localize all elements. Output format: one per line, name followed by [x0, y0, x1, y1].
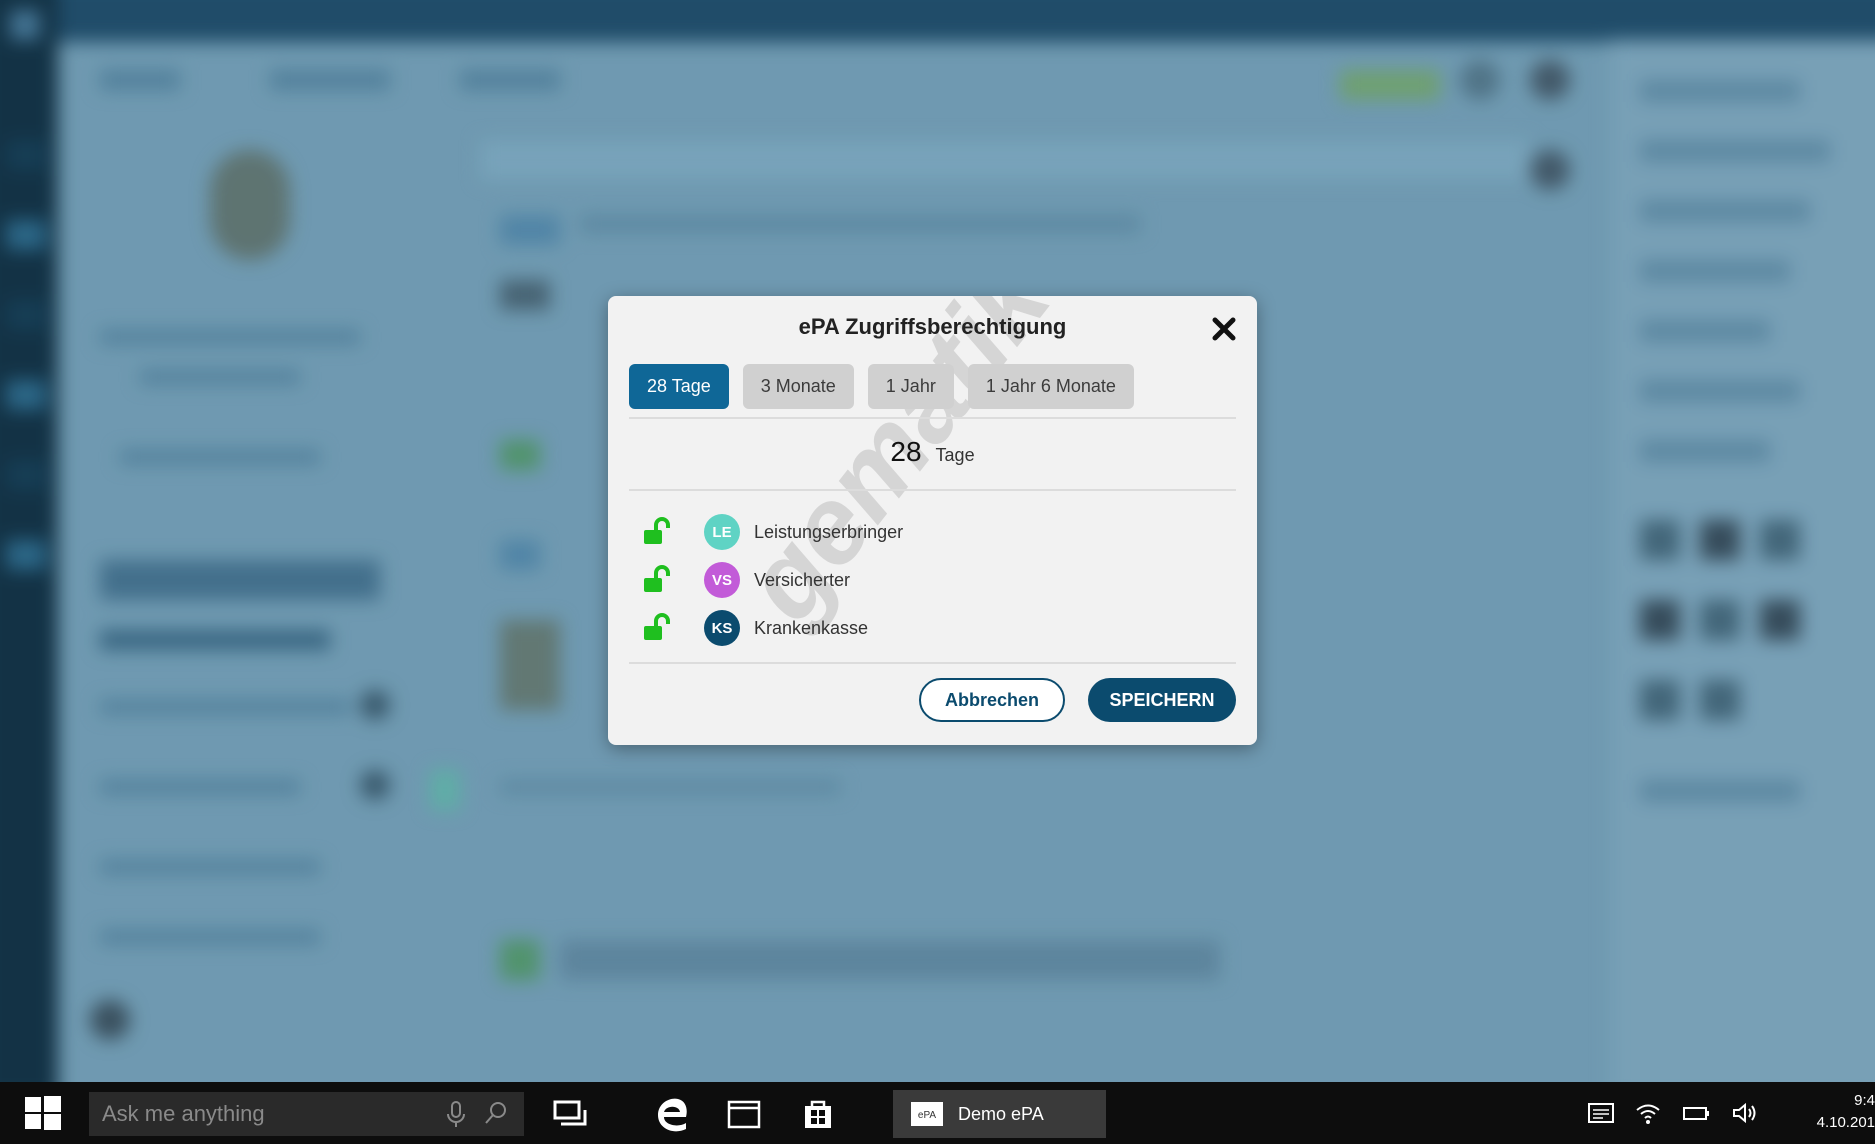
folder-icon	[727, 1100, 761, 1129]
tab-28-days[interactable]: 28 Tage	[629, 364, 729, 409]
duration-value: 28	[890, 436, 922, 467]
epa-app-icon-text: ePA	[918, 1110, 936, 1121]
start-button[interactable]	[10, 1082, 76, 1144]
badge-le: LE	[704, 514, 740, 550]
permission-label: Leistungserbringer	[754, 521, 904, 542]
search-icon[interactable]	[476, 1094, 516, 1134]
tab-label: 3 Monate	[760, 376, 836, 396]
edge-browser-button[interactable]	[653, 1094, 693, 1134]
tab-label: 1 Jahr 6 Monate	[985, 376, 1116, 396]
microphone-icon[interactable]	[436, 1094, 476, 1134]
task-view-button[interactable]	[550, 1094, 590, 1134]
battery-button[interactable]	[1682, 1098, 1712, 1128]
wifi-button[interactable]	[1633, 1098, 1663, 1128]
selected-duration: 28 Tage	[608, 436, 1257, 468]
duration-unit: Tage	[935, 445, 975, 465]
close-icon	[1212, 317, 1236, 341]
divider	[629, 489, 1236, 491]
permission-label: Versicherter	[754, 569, 851, 590]
battery-icon	[1683, 1107, 1709, 1120]
dialog-title: ePA Zugriffsberechtigung	[798, 314, 1067, 339]
taskbar-app-demo-epa[interactable]: ePA Demo ePA	[893, 1090, 1106, 1138]
divider	[629, 662, 1236, 664]
system-clock[interactable]: 9:4 4.10.201	[1806, 1090, 1875, 1134]
tab-label: 1 Jahr	[885, 376, 936, 396]
edge-icon	[658, 1098, 687, 1132]
unlocked-padlock-icon[interactable]	[642, 517, 672, 547]
clock-time: 9:4	[1854, 1092, 1875, 1109]
wifi-icon	[1636, 1104, 1660, 1124]
tab-1-year-6-months[interactable]: 1 Jahr 6 Monate	[967, 364, 1134, 409]
search-input[interactable]	[89, 1092, 436, 1136]
unlocked-padlock-icon[interactable]	[642, 613, 672, 643]
windows-logo-icon	[25, 1096, 61, 1130]
close-button[interactable]	[1209, 314, 1239, 344]
action-center-button[interactable]	[1586, 1098, 1616, 1128]
notification-icon	[1588, 1103, 1614, 1123]
access-permission-dialog: gematik ePA Zugriffsberechtigung 28 Tage…	[608, 296, 1257, 745]
epa-app-icon: ePA	[911, 1102, 943, 1126]
unlocked-padlock-icon[interactable]	[642, 565, 672, 595]
permission-row-versicherter: VS Versicherter	[642, 560, 850, 600]
save-button[interactable]: SPEICHERN	[1088, 678, 1236, 722]
cancel-button[interactable]: Abbrechen	[919, 678, 1065, 722]
taskbar: ePA Demo ePA 9:4 4.10.201	[0, 1082, 1875, 1144]
app-label: Demo ePA	[958, 1103, 1044, 1124]
divider	[629, 417, 1236, 419]
tab-label: 28 Tage	[647, 376, 711, 396]
permission-label: Krankenkasse	[754, 617, 869, 638]
store-button[interactable]	[798, 1094, 838, 1134]
badge-ks: KS	[704, 610, 740, 646]
clock-date: 4.10.201	[1816, 1114, 1875, 1131]
search-box	[89, 1092, 524, 1136]
file-explorer-button[interactable]	[724, 1094, 764, 1134]
permission-row-krankenkasse: KS Krankenkasse	[642, 608, 868, 648]
store-icon	[805, 1100, 831, 1128]
tab-3-months[interactable]: 3 Monate	[742, 364, 854, 409]
duration-tabs: 28 Tage 3 Monate 1 Jahr 1 Jahr 6 Monate	[629, 364, 1134, 409]
volume-button[interactable]	[1730, 1098, 1760, 1128]
tab-1-year[interactable]: 1 Jahr	[867, 364, 954, 409]
volume-icon	[1733, 1102, 1756, 1124]
permission-row-leistungserbringer: LE Leistungserbringer	[642, 512, 903, 552]
badge-vs: VS	[704, 562, 740, 598]
task-view-icon	[553, 1100, 587, 1126]
